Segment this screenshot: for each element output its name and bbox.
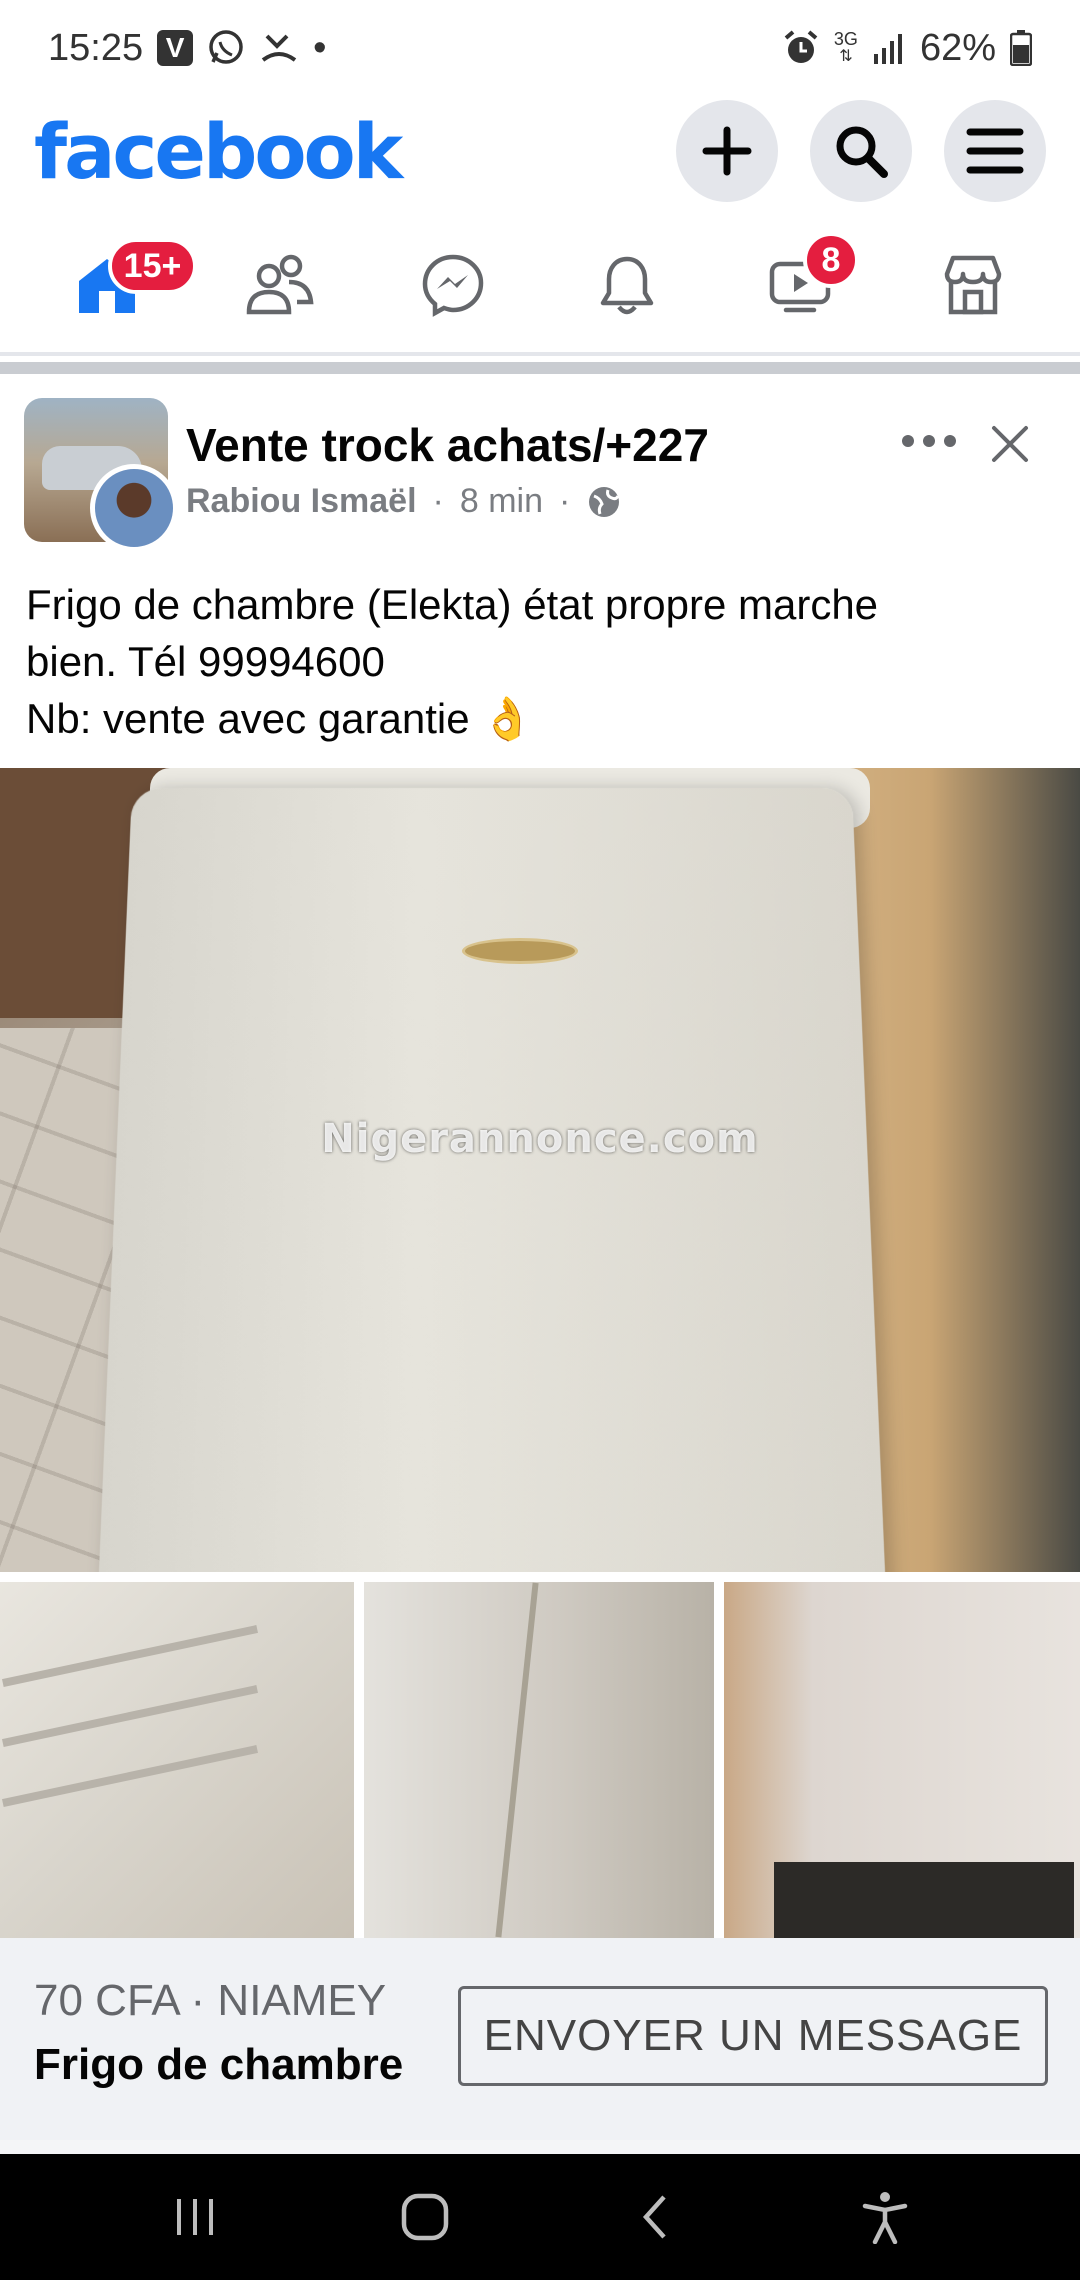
main-nav: 15+ 8: [0, 220, 1080, 350]
signal-icon: [872, 32, 906, 64]
post-text-line: Nb: vente avec garantie 👌: [26, 695, 534, 742]
friends-icon: [246, 254, 314, 315]
fridge-shelf: [2, 1625, 258, 1687]
accessibility-button[interactable]: [840, 2172, 930, 2262]
tab-messenger[interactable]: [398, 230, 508, 340]
fridge-logo: [462, 938, 578, 964]
fridge: [83, 788, 901, 1572]
photo-thumbnail[interactable]: [724, 1582, 1080, 1938]
fridge-shelf: [2, 1745, 258, 1807]
post-header: Vente trock achats/+227 Rabiou Ismaël · …: [0, 390, 1080, 560]
recents-button[interactable]: [150, 2172, 240, 2262]
nav-divider: [0, 352, 1080, 356]
item-title[interactable]: Frigo de chambre: [34, 2040, 403, 2090]
main-photo[interactable]: Nigerannonce.com: [0, 768, 1080, 1572]
fridge-edge: [495, 1582, 539, 1938]
plus-icon: [702, 126, 752, 176]
post-time[interactable]: 8 min: [460, 482, 543, 521]
status-bar: 15:25 V • 3G ⇅ 62%: [0, 0, 1080, 96]
tab-friends[interactable]: [225, 230, 335, 340]
search-icon: [836, 126, 888, 178]
user-avatar[interactable]: [90, 464, 178, 552]
fridge-base: [774, 1862, 1074, 1938]
network-type: 3G: [833, 29, 858, 49]
app-header: facebook: [0, 96, 1080, 206]
facebook-logo[interactable]: facebook: [34, 107, 403, 196]
marketplace-listing: 70 CFA · NIAMEY Frigo de chambre ENVOYER…: [0, 1938, 1080, 2140]
missed-call-icon: [259, 30, 299, 66]
tab-home[interactable]: 15+: [52, 230, 198, 340]
send-message-button[interactable]: ENVOYER UN MESSAGE: [458, 1986, 1048, 2086]
status-dot: •: [313, 26, 327, 69]
post-text-line: bien. Tél 99994600: [26, 638, 385, 685]
status-time: 15:25: [48, 26, 144, 69]
menu-icon: [966, 128, 1024, 174]
tab-video[interactable]: 8: [745, 230, 859, 340]
data-arrows-icon: 3G ⇅: [833, 29, 858, 65]
bell-icon: [600, 256, 653, 315]
create-button[interactable]: [676, 100, 778, 202]
battery-percent: 62%: [919, 26, 996, 69]
tab-notifications[interactable]: [572, 230, 682, 340]
photo-row: [0, 1582, 1080, 1938]
more-icon: [902, 435, 956, 447]
globe-icon: [589, 486, 620, 517]
home-nav-button[interactable]: [380, 2172, 470, 2262]
accessibility-icon: [862, 2192, 908, 2244]
alarm-icon: [782, 29, 820, 67]
whatsapp-icon: [207, 29, 245, 67]
recents-icon: [177, 2199, 213, 2235]
back-icon: [642, 2195, 666, 2239]
meta-separator: ·: [432, 482, 444, 520]
messenger-icon: [423, 254, 484, 317]
home-circle-icon: [401, 2193, 449, 2241]
menu-button[interactable]: [944, 100, 1046, 202]
home-badge: 15+: [107, 238, 198, 294]
search-button[interactable]: [810, 100, 912, 202]
tab-marketplace[interactable]: [918, 230, 1028, 340]
photo-thumbnail[interactable]: [364, 1582, 714, 1938]
photo-thumbnail[interactable]: [0, 1582, 354, 1938]
video-badge: 8: [802, 232, 859, 288]
next-post-strip: [0, 2140, 1080, 2154]
more-options-button[interactable]: [896, 416, 962, 466]
v-icon: V: [157, 30, 194, 66]
price-location: 70 CFA · NIAMEY: [34, 1976, 387, 2025]
android-nav-bar: [0, 2154, 1080, 2280]
feed-separator: [0, 362, 1080, 374]
fridge-shelf: [2, 1685, 258, 1747]
meta-separator: ·: [558, 482, 571, 520]
close-icon: [992, 426, 1028, 462]
back-button[interactable]: [610, 2172, 700, 2262]
post-text-line: Frigo de chambre (Elekta) état propre ma…: [26, 581, 879, 628]
hide-post-button[interactable]: [982, 416, 1038, 472]
battery-icon: [1010, 30, 1032, 66]
post-text: Frigo de chambre (Elekta) état propre ma…: [26, 576, 1056, 747]
watermark: Nigerannonce.com: [321, 1116, 759, 1162]
author-name[interactable]: Rabiou Ismaël: [186, 482, 417, 521]
marketplace-icon: [945, 255, 1002, 315]
group-name[interactable]: Vente trock achats/+227: [186, 418, 709, 472]
post-meta: Rabiou Ismaël · 8 min ·: [186, 482, 622, 521]
